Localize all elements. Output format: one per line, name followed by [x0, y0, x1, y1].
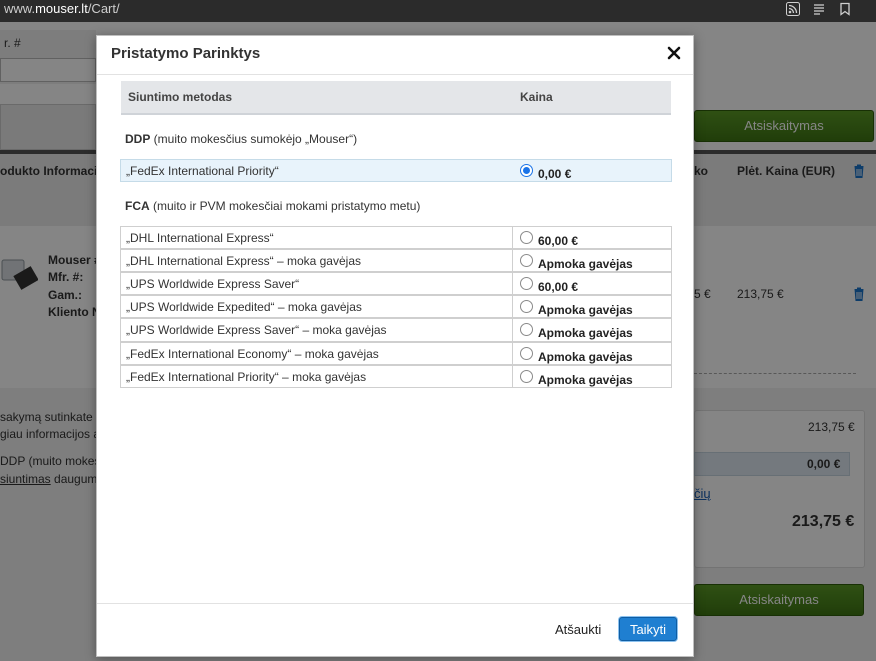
- col-shipping-method: Siuntimo metodas: [128, 90, 233, 104]
- option-price: 0,00 €: [538, 167, 572, 181]
- browser-url-bar[interactable]: www.mouser.lt/Cart/: [0, 0, 876, 22]
- url-domain: mouser.lt: [35, 1, 88, 16]
- option-radio[interactable]: [520, 164, 533, 177]
- cell-separator: [512, 250, 513, 271]
- option-name: „UPS Worldwide Express Saver“ – moka gav…: [126, 323, 387, 337]
- ddp-label: DDP: [125, 132, 151, 146]
- cell-separator: [512, 273, 513, 294]
- option-price: Apmoka gavėjas: [538, 326, 633, 340]
- option-name: „FedEx International Economy“ – moka gav…: [126, 347, 379, 361]
- cell-separator: [512, 319, 513, 341]
- option-radio[interactable]: [520, 277, 533, 290]
- url-prefix: www.: [4, 1, 36, 16]
- cell-separator: [512, 227, 513, 248]
- option-price: 60,00 €: [538, 234, 579, 248]
- option-price: Apmoka gavėjas: [538, 257, 633, 271]
- delivery-options-modal: Pristatymo Parinktys Siuntimo metodas Ka…: [96, 35, 694, 657]
- option-name: „FedEx International Priority“: [126, 164, 279, 178]
- col-price: Kaina: [520, 90, 553, 104]
- apply-button[interactable]: Taikyti: [619, 617, 677, 641]
- shipping-option-fca-5[interactable]: „FedEx International Economy“ – moka gav…: [120, 342, 672, 365]
- option-radio[interactable]: [520, 370, 533, 383]
- shipping-option-fca-3[interactable]: „UPS Worldwide Expedited“ – moka gavėjas…: [120, 295, 672, 318]
- cell-separator: [512, 343, 513, 364]
- option-name: „UPS Worldwide Expedited“ – moka gavėjas: [126, 300, 362, 314]
- option-price: 60,00 €: [538, 280, 579, 294]
- option-radio[interactable]: [520, 254, 533, 267]
- option-name: „DHL International Express“: [126, 231, 274, 245]
- shipping-option-fca-6[interactable]: „FedEx International Priority“ – moka ga…: [120, 365, 672, 388]
- modal-footer: Atšaukti Taikyti: [97, 603, 693, 657]
- fca-label: FCA: [125, 199, 150, 213]
- ddp-description: (muito mokesčius sumokėjo „Mouser“): [150, 132, 358, 146]
- option-radio[interactable]: [520, 347, 533, 360]
- ddp-group-label: DDP (muito mokesčius sumokėjo „Mouser“): [125, 132, 357, 146]
- option-price: Apmoka gavėjas: [538, 350, 633, 364]
- close-icon[interactable]: [667, 46, 681, 60]
- cancel-button[interactable]: Atšaukti: [555, 622, 601, 637]
- rss-icon[interactable]: [786, 2, 800, 16]
- option-price: Apmoka gavėjas: [538, 373, 633, 387]
- option-radio[interactable]: [520, 231, 533, 244]
- option-price: Apmoka gavėjas: [538, 303, 633, 317]
- shipping-option-fca-4[interactable]: „UPS Worldwide Express Saver“ – moka gav…: [120, 318, 672, 342]
- options-table-header: Siuntimo metodas Kaina: [121, 81, 671, 115]
- shipping-option-fca-1[interactable]: „DHL International Express“ – moka gavėj…: [120, 249, 672, 272]
- shipping-option-fca-2[interactable]: „UPS Worldwide Express Saver“ 60,00 €: [120, 272, 672, 295]
- option-name: „DHL International Express“ – moka gavėj…: [126, 254, 361, 268]
- cell-separator: [512, 366, 513, 387]
- cell-separator: [512, 296, 513, 317]
- option-name: „UPS Worldwide Express Saver“: [126, 277, 300, 291]
- fca-description: (muito ir PVM mokesčiai mokami pristatym…: [149, 199, 421, 213]
- modal-header: Pristatymo Parinktys: [97, 36, 693, 75]
- option-radio[interactable]: [520, 323, 533, 336]
- modal-body: Siuntimo metodas Kaina DDP (muito mokesč…: [97, 76, 693, 603]
- shipping-option-ddp-0[interactable]: „FedEx International Priority“ 0,00 €: [120, 159, 672, 182]
- shipping-option-fca-0[interactable]: „DHL International Express“ 60,00 €: [120, 226, 672, 249]
- url-path: /Cart/: [87, 1, 120, 16]
- fca-group-label: FCA (muito ir PVM mokesčiai mokami prist…: [125, 199, 420, 213]
- modal-title: Pristatymo Parinktys: [111, 45, 261, 62]
- option-radio[interactable]: [520, 300, 533, 313]
- reader-view-icon[interactable]: [812, 2, 826, 16]
- option-name: „FedEx International Priority“ – moka ga…: [126, 370, 367, 384]
- bookmark-icon[interactable]: [838, 2, 852, 16]
